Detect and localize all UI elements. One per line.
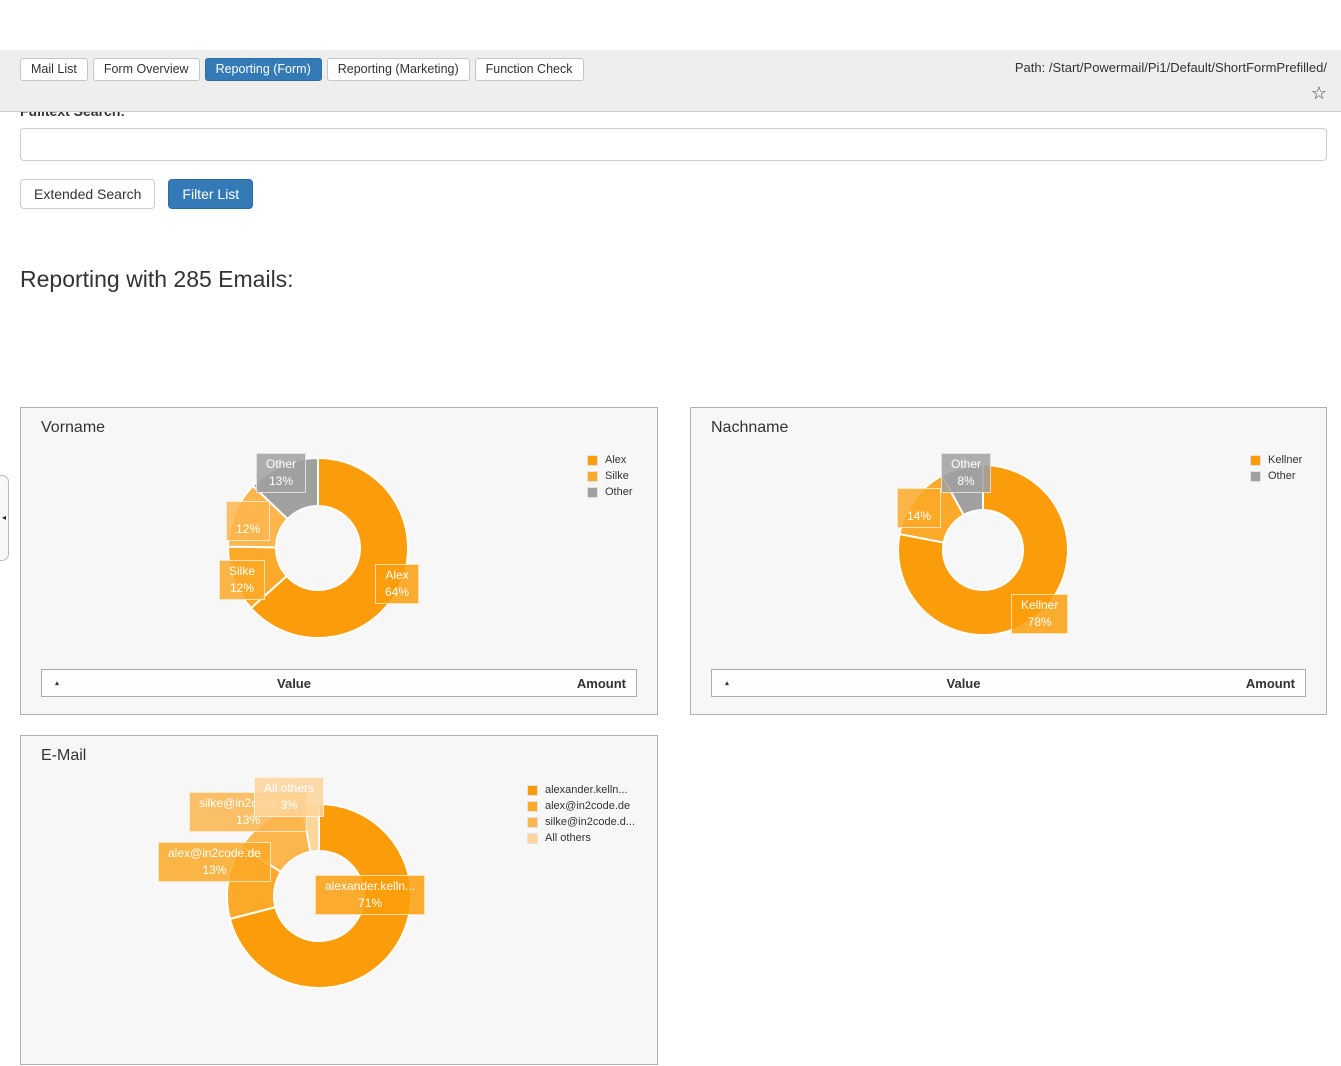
legend-label: Kellner — [1268, 454, 1302, 466]
reporting-section-heading: Reporting with 285 Emails: — [20, 266, 1321, 293]
slice-label: 14% — [897, 488, 941, 528]
chart-panel-vorname: VornameOther13% 12%Silke12%Alex64%AlexSi… — [20, 407, 658, 715]
legend-item: Silke — [587, 468, 633, 484]
legend-swatch-icon — [587, 455, 598, 466]
column-header-amount[interactable]: Amount — [516, 676, 636, 691]
chart-legend: Kellner Other — [1250, 452, 1302, 484]
module-tabs: Mail List Form Overview Reporting (Form)… — [20, 58, 584, 81]
legend-swatch-icon — [527, 785, 538, 796]
chart-legend: Alex Silke Other — [587, 452, 633, 500]
table-header[interactable]: ▴ValueAmount — [711, 669, 1306, 697]
frame-collapse-handle[interactable]: ◂ — [0, 475, 9, 561]
tab-form-overview[interactable]: Form Overview — [93, 58, 200, 81]
chart-panel-email: E-Mailsilke@in2code.d...13%All others3%a… — [20, 735, 658, 1065]
slice-label: Silke12% — [219, 560, 265, 600]
legend-item: alexander.kelln... — [527, 782, 635, 798]
legend-item: silke@in2code.d... — [527, 814, 635, 830]
tab-mail-list[interactable]: Mail List — [20, 58, 88, 81]
tab-reporting-form[interactable]: Reporting (Form) — [205, 58, 322, 81]
slice-label: Kellner78% — [1011, 594, 1068, 634]
slice-label: alexander.kelln...71% — [315, 875, 425, 915]
legend-item: alex@in2code.de — [527, 798, 635, 814]
sort-asc-icon[interactable]: ▴ — [712, 679, 742, 687]
legend-item: Other — [587, 484, 633, 500]
table-header[interactable]: ▴ValueAmount — [41, 669, 637, 697]
legend-label: alexander.kelln... — [545, 784, 628, 796]
legend-swatch-icon — [527, 833, 538, 844]
slice-label: alex@in2code.de13% — [158, 842, 271, 882]
legend-label: Silke — [605, 470, 629, 482]
legend-swatch-icon — [1250, 471, 1261, 482]
legend-label: silke@in2code.d... — [545, 816, 635, 828]
top-bar: Mail List Form Overview Reporting (Form)… — [0, 50, 1341, 112]
slice-label: Other8% — [941, 453, 991, 493]
chart-panel-nachname: NachnameOther8% 14%Kellner78%KellnerOthe… — [690, 407, 1327, 715]
tab-function-check[interactable]: Function Check — [475, 58, 584, 81]
legend-swatch-icon — [527, 801, 538, 812]
legend-label: alex@in2code.de — [545, 800, 630, 812]
bookmark-star-icon[interactable]: ☆ — [1311, 84, 1327, 102]
column-header-value[interactable]: Value — [72, 676, 516, 691]
legend-swatch-icon — [527, 817, 538, 828]
slice-label: Other13% — [256, 453, 306, 493]
legend-label: Alex — [605, 454, 626, 466]
legend-swatch-icon — [587, 487, 598, 498]
legend-item: Alex — [587, 452, 633, 468]
breadcrumb-path: Path: /Start/Powermail/Pi1/Default/Short… — [1015, 60, 1327, 75]
legend-swatch-icon — [587, 471, 598, 482]
chart-legend: alexander.kelln... alex@in2code.de silke@i… — [527, 782, 635, 846]
extended-search-button[interactable]: Extended Search — [20, 179, 155, 209]
legend-swatch-icon — [1250, 455, 1261, 466]
slice-label: Alex64% — [375, 564, 419, 604]
fulltext-search-input[interactable] — [20, 128, 1327, 161]
legend-item: All others — [527, 830, 635, 846]
slice-label: All others3% — [254, 777, 324, 817]
legend-label: Other — [605, 486, 633, 498]
column-header-value[interactable]: Value — [742, 676, 1185, 691]
sort-asc-icon[interactable]: ▴ — [42, 679, 72, 687]
legend-item: Kellner — [1250, 452, 1302, 468]
legend-item: Other — [1250, 468, 1302, 484]
tab-reporting-marketing[interactable]: Reporting (Marketing) — [327, 58, 470, 81]
column-header-amount[interactable]: Amount — [1185, 676, 1305, 691]
legend-label: All others — [545, 832, 591, 844]
search-button-row: Extended Search Filter List — [20, 179, 1321, 209]
filter-list-button[interactable]: Filter List — [168, 179, 253, 209]
slice-label: 12% — [226, 501, 270, 541]
legend-label: Other — [1268, 470, 1296, 482]
